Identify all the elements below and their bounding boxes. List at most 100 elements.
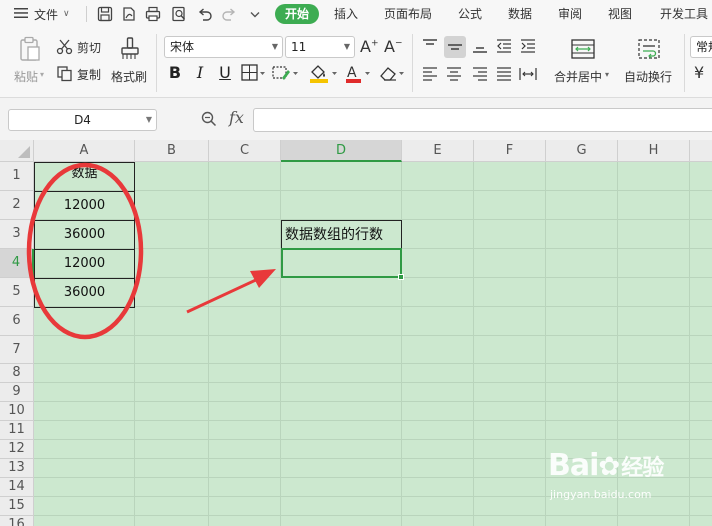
cut-button[interactable]: 剪切 — [56, 37, 106, 57]
tab-view[interactable]: 视图 — [608, 4, 632, 24]
font-size-select[interactable]: 11 ▼ — [285, 36, 355, 58]
format-painter-label: 格式刷 — [111, 70, 148, 84]
column-header-c[interactable]: C — [209, 140, 281, 162]
align-right-button[interactable] — [470, 64, 490, 84]
tab-review[interactable]: 审阅 — [558, 4, 582, 24]
divider — [412, 34, 413, 92]
paste-button[interactable]: 粘贴 ▾ — [12, 34, 48, 90]
zoom-search-icon[interactable] — [200, 110, 218, 131]
select-all-corner[interactable] — [0, 140, 34, 162]
number-format-select[interactable]: 常规 — [690, 36, 712, 58]
row-header-1[interactable]: 1 — [0, 162, 34, 191]
justify-button[interactable] — [494, 64, 514, 84]
row-header-6[interactable]: 6 — [0, 307, 34, 336]
export-pdf-icon[interactable] — [120, 5, 138, 23]
paste-icon — [18, 36, 42, 62]
distributed-align-button[interactable] — [518, 64, 538, 84]
cell-a3[interactable]: 36000 — [34, 220, 135, 250]
formula-input[interactable] — [253, 108, 712, 132]
name-box[interactable]: D4 ▼ — [8, 109, 157, 131]
row-header-16[interactable]: 16 — [0, 516, 34, 526]
cell-a2[interactable]: 12000 — [34, 191, 135, 221]
row-header-11[interactable]: 11 — [0, 421, 34, 440]
row-header-5[interactable]: 5 — [0, 278, 34, 307]
currency-button[interactable]: ¥ — [694, 63, 704, 82]
row-header-2[interactable]: 2 — [0, 191, 34, 220]
clear-format-button[interactable] — [378, 64, 408, 84]
italic-button[interactable]: I — [189, 62, 211, 84]
row-header-10[interactable]: 10 — [0, 402, 34, 421]
row-header-13[interactable]: 13 — [0, 459, 34, 478]
decrease-font-size-button[interactable]: A− — [384, 37, 404, 57]
cell-style-button[interactable] — [272, 64, 300, 84]
font-name-select[interactable]: 宋体 ▼ — [164, 36, 283, 58]
increase-font-size-button[interactable]: A+ — [360, 37, 380, 57]
tab-page-layout[interactable]: 页面布局 — [384, 4, 432, 24]
paw-icon: ✿ — [598, 452, 620, 482]
cell-a1[interactable]: 数据 — [34, 162, 135, 192]
decrease-indent-button[interactable] — [494, 36, 514, 56]
annotation-arrow-head — [250, 269, 276, 288]
italic-icon: I — [196, 63, 204, 82]
paste-label: 粘贴 — [14, 70, 39, 84]
print-preview-icon[interactable] — [170, 5, 188, 23]
align-top-icon — [420, 36, 440, 56]
merge-cells-icon — [570, 38, 596, 60]
column-header-h[interactable]: H — [618, 140, 690, 162]
selected-cell-d4[interactable] — [281, 248, 404, 280]
align-top-button[interactable] — [420, 36, 440, 56]
chevron-down-icon: ∨ — [63, 9, 70, 19]
row-header-12[interactable]: 12 — [0, 440, 34, 459]
gridline — [34, 401, 712, 402]
tab-data[interactable]: 数据 — [508, 4, 532, 24]
redo-icon[interactable] — [220, 5, 238, 23]
align-left-button[interactable] — [420, 64, 440, 84]
column-header-e[interactable]: E — [402, 140, 474, 162]
tab-developer[interactable]: 开发工具 — [660, 4, 708, 24]
customize-toolbar-icon[interactable] — [246, 5, 264, 23]
column-header-b[interactable]: B — [135, 140, 209, 162]
cell-a4-text: 12000 — [63, 256, 106, 271]
align-center-button[interactable] — [444, 64, 464, 84]
merge-center-button[interactable]: 合并居中 ▾ — [552, 34, 614, 90]
row-header-4[interactable]: 4 — [0, 249, 34, 278]
merge-center-label: 合并居中 — [554, 70, 603, 84]
tab-formulas[interactable]: 公式 — [458, 4, 482, 24]
font-grow-icon: A+ — [360, 37, 379, 56]
font-name-value: 宋体 — [170, 40, 195, 54]
row-header-8[interactable]: 8 — [0, 364, 34, 383]
gridline — [280, 162, 281, 526]
underline-button[interactable]: U — [214, 62, 236, 84]
file-menu[interactable]: 文件 ∨ — [14, 0, 70, 28]
row-header-15[interactable]: 15 — [0, 497, 34, 516]
cell-a4[interactable]: 12000 — [34, 249, 135, 279]
undo-icon[interactable] — [196, 5, 214, 23]
wrap-text-button[interactable]: 自动换行 — [622, 34, 676, 90]
font-shrink-icon: A− — [384, 37, 403, 56]
borders-button[interactable] — [241, 64, 267, 84]
align-bottom-button[interactable] — [470, 36, 490, 56]
increase-indent-button[interactable] — [518, 36, 538, 56]
row-header-7[interactable]: 7 — [0, 336, 34, 364]
save-icon[interactable] — [96, 5, 114, 23]
align-middle-button[interactable] — [444, 36, 466, 58]
cell-a5[interactable]: 36000 — [34, 278, 135, 308]
bold-button[interactable]: B — [164, 62, 186, 84]
fill-handle[interactable] — [398, 274, 404, 280]
column-header-a[interactable]: A — [34, 140, 135, 162]
row-header-3[interactable]: 3 — [0, 220, 34, 249]
row-header-9[interactable]: 9 — [0, 383, 34, 402]
font-color-button[interactable]: A — [344, 64, 374, 84]
column-header-f[interactable]: F — [474, 140, 546, 162]
cell-d3[interactable]: 数据数组的行数 — [281, 220, 402, 250]
copy-button[interactable]: 复制 — [56, 64, 106, 84]
column-header-d[interactable]: D — [281, 140, 402, 162]
tab-home[interactable]: 开始 — [275, 4, 320, 24]
column-header-g[interactable]: G — [546, 140, 618, 162]
fill-color-button[interactable] — [308, 64, 340, 84]
row-header-14[interactable]: 14 — [0, 478, 34, 497]
print-icon[interactable] — [144, 5, 162, 23]
insert-function-button[interactable]: fx — [229, 108, 244, 127]
format-painter-button[interactable]: 格式刷 — [110, 34, 150, 90]
tab-insert[interactable]: 插入 — [334, 4, 358, 24]
